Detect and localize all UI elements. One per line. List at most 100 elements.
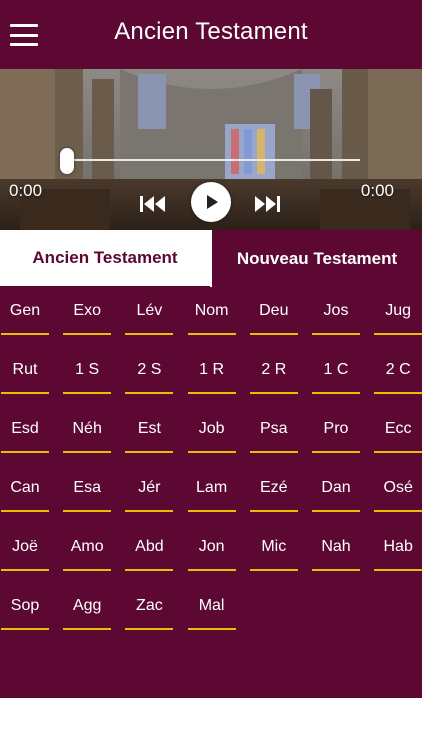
book-item[interactable]: Ezé: [249, 464, 298, 514]
book-label: Jos: [323, 302, 349, 319]
book-item[interactable]: Rut: [1, 346, 49, 396]
book-underline: [249, 510, 298, 512]
book-item[interactable]: 1 S: [63, 346, 112, 396]
book-underline: [312, 510, 360, 512]
book-underline: [1, 392, 49, 394]
book-item[interactable]: Mal: [187, 582, 236, 632]
book-underline: [125, 451, 174, 453]
book-label: Ecc: [384, 420, 412, 437]
book-item[interactable]: Nah: [312, 523, 360, 573]
book-item[interactable]: Est: [125, 405, 174, 455]
book-label: 2 C: [385, 361, 411, 378]
book-item[interactable]: Lam: [187, 464, 236, 514]
book-item[interactable]: Amo: [63, 523, 112, 573]
book-item[interactable]: Hab: [374, 523, 422, 573]
seek-bar-track[interactable]: [64, 159, 360, 161]
book-label: Deu: [259, 302, 289, 319]
book-item[interactable]: Joë: [1, 523, 49, 573]
book-label: Sop: [10, 597, 40, 614]
book-label: Job: [198, 420, 225, 437]
book-item[interactable]: Dan: [312, 464, 360, 514]
book-item[interactable]: Psa: [249, 405, 298, 455]
book-label: Exo: [73, 302, 101, 319]
book-item[interactable]: 2 C: [374, 346, 422, 396]
book-underline: [63, 392, 112, 394]
tab-ancien-testament[interactable]: Ancien Testament: [0, 230, 210, 287]
book-underline: [1, 333, 49, 335]
book-label: 1 S: [75, 361, 100, 378]
book-underline: [374, 333, 422, 335]
book-item[interactable]: 2 S: [125, 346, 174, 396]
book-item[interactable]: Abd: [125, 523, 174, 573]
tab-nouveau-testament[interactable]: Nouveau Testament: [210, 230, 422, 287]
book-label: Pro: [323, 420, 349, 437]
skip-next-button[interactable]: [251, 190, 283, 218]
book-item[interactable]: 2 R: [249, 346, 298, 396]
book-underline: [187, 333, 236, 335]
book-label: Esa: [73, 479, 101, 496]
book-label: Abd: [135, 538, 164, 555]
book-label: Osé: [383, 479, 413, 496]
book-underline: [125, 569, 174, 571]
book-label: Agg: [72, 597, 102, 614]
book-underline: [187, 510, 236, 512]
book-underline: [374, 451, 422, 453]
book-underline: [125, 392, 174, 394]
book-underline: [63, 510, 112, 512]
book-underline: [374, 392, 422, 394]
book-item[interactable]: Osé: [374, 464, 422, 514]
skip-previous-button[interactable]: [137, 190, 169, 218]
book-item[interactable]: Deu: [249, 287, 298, 337]
book-label: Néh: [72, 420, 102, 437]
book-item[interactable]: Sop: [1, 582, 49, 632]
book-label: Jon: [198, 538, 225, 555]
play-button[interactable]: [191, 182, 231, 222]
book-label: Nah: [321, 538, 351, 555]
book-label: 2 S: [137, 361, 162, 378]
book-item[interactable]: Esd: [1, 405, 49, 455]
book-underline: [187, 451, 236, 453]
book-item[interactable]: Can: [1, 464, 49, 514]
book-item[interactable]: Exo: [63, 287, 112, 337]
book-underline: [63, 451, 112, 453]
book-item[interactable]: Agg: [63, 582, 112, 632]
book-underline: [187, 392, 236, 394]
book-item[interactable]: Pro: [312, 405, 360, 455]
book-underline: [63, 569, 112, 571]
book-label: Amo: [70, 538, 104, 555]
book-item[interactable]: Job: [187, 405, 236, 455]
book-item[interactable]: Zac: [125, 582, 174, 632]
book-underline: [312, 569, 360, 571]
total-time: 0:00: [360, 181, 394, 200]
book-item[interactable]: 1 C: [312, 346, 360, 396]
book-underline: [187, 569, 236, 571]
book-item[interactable]: Lév: [125, 287, 174, 337]
app-header: Ancien Testament: [0, 0, 422, 69]
book-item[interactable]: Gen: [1, 287, 49, 337]
book-underline: [1, 628, 49, 630]
book-item[interactable]: Mic: [249, 523, 298, 573]
book-item[interactable]: Esa: [63, 464, 112, 514]
book-label: Mic: [261, 538, 287, 555]
book-underline: [249, 333, 298, 335]
book-underline: [312, 451, 360, 453]
book-item[interactable]: Ecc: [374, 405, 422, 455]
book-underline: [187, 628, 236, 630]
book-underline: [374, 569, 422, 571]
book-label: Psa: [260, 420, 288, 437]
skip-previous-icon: [140, 196, 165, 212]
book-underline: [125, 628, 174, 630]
book-item[interactable]: Jos: [312, 287, 360, 337]
book-item[interactable]: Nom: [187, 287, 236, 337]
book-item[interactable]: Jon: [187, 523, 236, 573]
book-underline: [63, 333, 112, 335]
book-item[interactable]: Jug: [374, 287, 422, 337]
book-underline: [125, 333, 174, 335]
book-underline: [249, 451, 298, 453]
book-item[interactable]: 1 R: [187, 346, 236, 396]
seek-bar-thumb[interactable]: [60, 148, 74, 174]
elapsed-time: 0:00: [9, 181, 43, 200]
testament-tabs: Ancien Testament Nouveau Testament: [0, 230, 422, 287]
book-item[interactable]: Néh: [63, 405, 112, 455]
book-item[interactable]: Jér: [125, 464, 174, 514]
